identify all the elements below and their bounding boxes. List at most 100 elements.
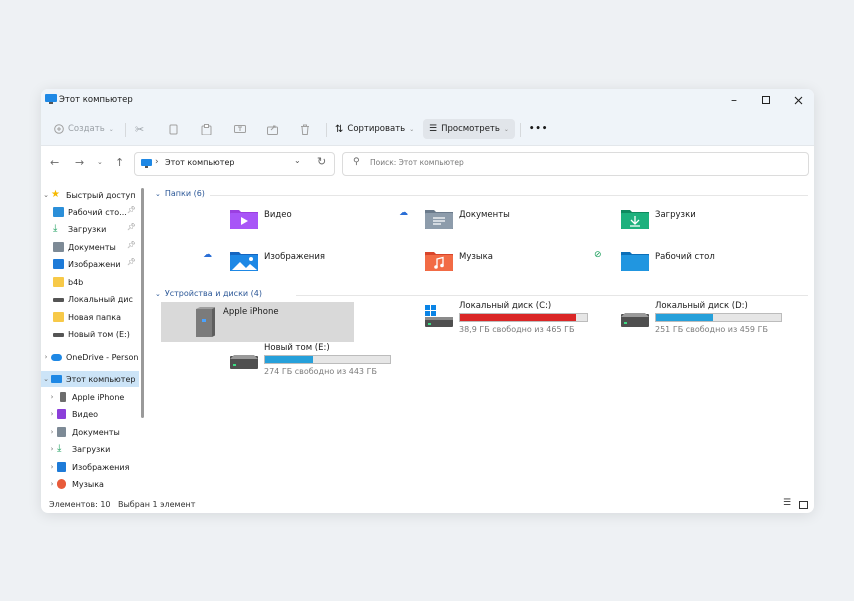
sidebar-item-pc-documents[interactable]: › Документы [47, 424, 120, 440]
close-icon [794, 96, 802, 104]
folder-label: Музыка [459, 252, 493, 262]
search-box[interactable]: ⚲ Поиск: Этот компьютер [342, 152, 809, 176]
device-label: Apple iPhone [223, 307, 279, 317]
sidebar-label: Новый том (E:) [68, 329, 130, 339]
sidebar-item-documents[interactable]: Документы [53, 239, 116, 255]
create-label: Создать [68, 124, 105, 134]
sidebar-item-desktop[interactable]: Рабочий сто... [53, 204, 127, 220]
cut-button[interactable]: ✂ [135, 119, 144, 139]
folder-pictures[interactable]: Изображения [229, 248, 325, 272]
drive-c[interactable]: Локальный диск (C:) 38,9 ГБ свободно из … [423, 301, 593, 344]
back-button[interactable]: ← [50, 156, 59, 169]
sidebar-label: Быстрый доступ [66, 190, 136, 200]
drive-d[interactable]: Локальный диск (D:) 251 ГБ свободно из 4… [619, 301, 789, 344]
forward-button[interactable]: → [75, 156, 84, 169]
sidebar-item-video[interactable]: › Видео [47, 406, 98, 422]
view-button[interactable]: ☰ Просмотреть ⌄ [423, 119, 515, 139]
chevron-right-icon: › [50, 393, 54, 401]
maximize-icon [762, 96, 770, 104]
sort-button[interactable]: ⇅ Сортировать ⌄ [335, 119, 414, 139]
sidebar-scrollbar[interactable] [141, 188, 144, 418]
folder-video[interactable]: Видео [229, 206, 292, 230]
drive-label: Локальный диск (D:) [655, 301, 748, 311]
window-title: Этот компьютер [59, 95, 133, 105]
drive-icon [53, 332, 64, 337]
drive-free-space: 38,9 ГБ свободно из 465 ГБ [459, 325, 575, 334]
paste-icon [201, 123, 212, 135]
address-dropdown-icon[interactable]: ⌄ [294, 156, 301, 165]
view-label: Просмотреть [441, 124, 500, 134]
computer-icon [51, 375, 62, 383]
music-folder-icon [425, 252, 453, 271]
star-icon: ★ [51, 189, 60, 200]
sidebar-item-local-disk[interactable]: Локальный дис [53, 291, 133, 307]
drive-free-space: 274 ГБ свободно из 443 ГБ [264, 367, 377, 376]
address-bar[interactable]: › Этот компьютер ⌄ [134, 152, 335, 176]
download-icon: ⤓ [53, 223, 58, 234]
scissors-icon: ✂ [135, 122, 145, 136]
rename-button[interactable] [234, 119, 246, 139]
folders-section-header[interactable]: ⌄ Папки (6) [155, 189, 205, 198]
folder-label: Загрузки [655, 210, 696, 220]
more-options-button[interactable]: ••• [529, 119, 548, 139]
chevron-down-icon: ⌄ [409, 125, 415, 133]
drive-usage-fill [460, 314, 577, 321]
minimize-button[interactable]: – [717, 89, 751, 111]
maximize-button[interactable] [749, 89, 783, 111]
up-button[interactable]: ↑ [115, 156, 124, 169]
drive-label: Локальный диск (C:) [459, 301, 552, 311]
chevron-down-icon: ⌄ [155, 289, 161, 298]
separator [326, 123, 327, 137]
command-bar: Создать ⌄ ✂ ⇅ Сортировать ⌄ ☰ Просмотрет… [41, 113, 814, 146]
sidebar-item-pictures[interactable]: Изображени [53, 256, 121, 272]
drives-section-header[interactable]: ⌄ Устройства и диски (4) [155, 289, 262, 298]
sidebar-item-pc-pictures[interactable]: › Изображения [47, 459, 129, 475]
search-icon: ⚲ [353, 157, 360, 167]
tiles-view-icon[interactable] [799, 501, 808, 509]
recent-chevron-icon[interactable]: ⌄ [97, 158, 103, 166]
pictures-folder-icon [230, 252, 258, 271]
drive-icon [621, 313, 649, 327]
chevron-right-icon: › [50, 445, 54, 453]
copy-button[interactable] [168, 119, 178, 139]
paste-button[interactable] [201, 119, 212, 139]
sidebar-item-pc-downloads[interactable]: › ⤓ Загрузки [47, 441, 111, 457]
folder-music[interactable]: Музыка [424, 248, 493, 272]
downloads-folder-icon [621, 210, 649, 229]
sidebar-item-quick-access[interactable]: ⌄ ★ Быстрый доступ [41, 187, 135, 203]
sidebar-item-onedrive[interactable]: › OneDrive - Person [41, 349, 139, 365]
phone-icon [60, 392, 66, 402]
explorer-window: Этот компьютер – Создать ⌄ ✂ ⇅ Сортирова… [41, 89, 814, 513]
sidebar-label: Локальный дис [68, 294, 133, 304]
delete-button[interactable] [300, 119, 310, 139]
details-view-icon[interactable]: ☰ [783, 498, 791, 508]
folder-icon [53, 312, 64, 322]
folder-downloads[interactable]: Загрузки [620, 206, 696, 230]
sidebar-item-pc-music[interactable]: › Музыка [47, 476, 104, 492]
sidebar-item-this-pc[interactable]: ⌄ Этот компьютер [41, 371, 139, 387]
folder-desktop[interactable]: Рабочий стол [620, 248, 715, 272]
folder-label: Документы [459, 210, 510, 220]
separator [125, 123, 126, 137]
create-button[interactable]: Создать ⌄ [54, 119, 114, 139]
device-iphone[interactable]: Apple iPhone [161, 302, 354, 342]
computer-icon [141, 159, 152, 168]
close-button[interactable] [781, 89, 814, 111]
folder-label: Видео [264, 210, 292, 220]
plus-circle-icon [54, 124, 64, 134]
sidebar-item-new-volume[interactable]: Новый том (E:) [53, 326, 130, 342]
sidebar-item-b4b[interactable]: b4b [53, 274, 83, 290]
drive-e[interactable]: Новый том (E:) 274 ГБ свободно из 443 ГБ [228, 343, 398, 386]
sidebar-item-downloads[interactable]: ⤓ Загрузки [53, 221, 106, 237]
sidebar-item-new-folder[interactable]: Новая папка [53, 309, 121, 325]
rename-icon [234, 125, 246, 133]
music-icon [57, 479, 66, 489]
folder-documents[interactable]: Документы [424, 206, 510, 230]
sidebar-item-iphone[interactable]: › Apple iPhone [47, 389, 124, 405]
sidebar-label: Документы [72, 427, 120, 437]
trash-icon [301, 124, 309, 135]
refresh-button[interactable]: ↻ [317, 155, 326, 168]
share-button[interactable] [267, 119, 278, 139]
chevron-down-icon: ⌄ [43, 375, 49, 383]
sidebar-label: Документы [68, 242, 116, 252]
